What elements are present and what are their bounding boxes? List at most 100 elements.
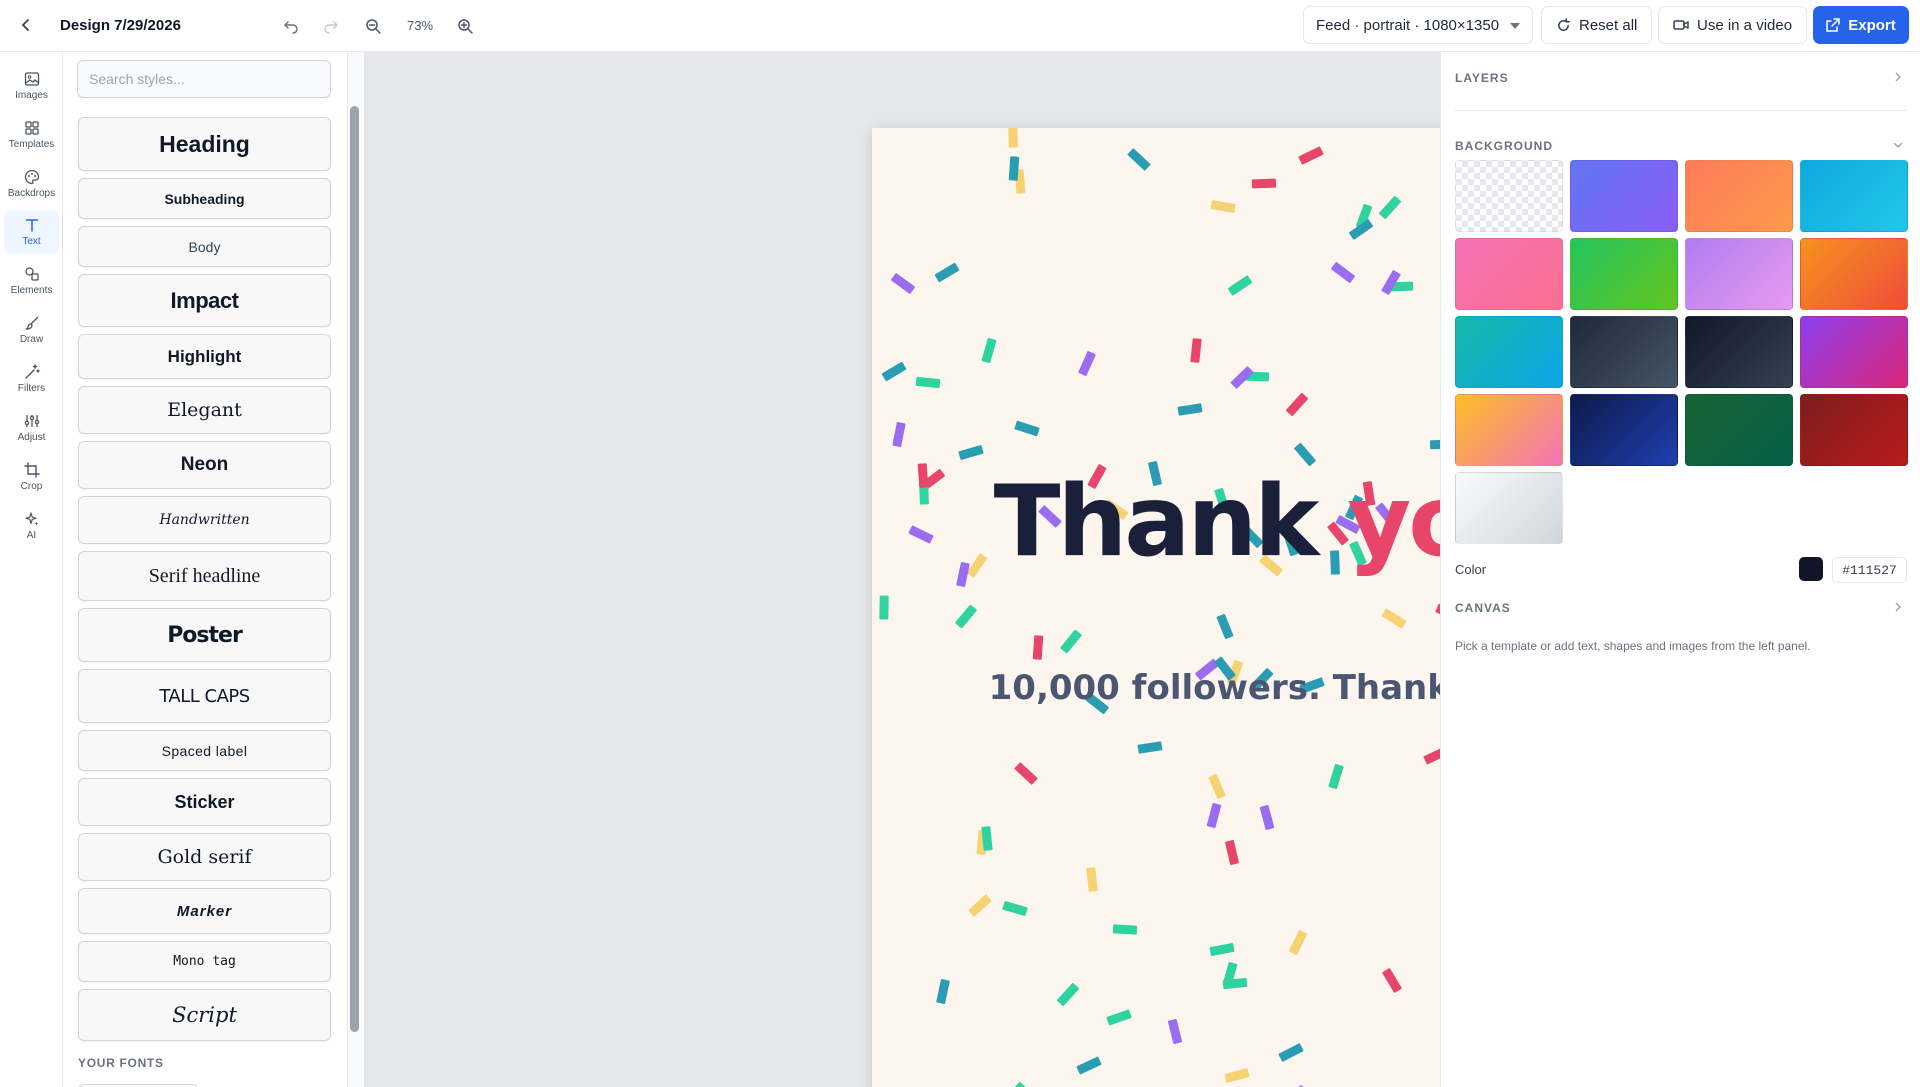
canvas-expand-button[interactable] <box>1890 599 1906 615</box>
swatch-green[interactable] <box>1570 238 1678 310</box>
headline-word-thank: Thank <box>993 465 1320 579</box>
format-select-value: Feed · portrait · 1080×1350 <box>1316 16 1500 34</box>
rail-item-elements[interactable]: Elements <box>4 259 59 303</box>
background-collapse-button[interactable] <box>1890 137 1906 153</box>
canvas-section-title[interactable]: CANVAS <box>1455 601 1511 615</box>
rail-item-templates[interactable]: Templates <box>4 113 59 157</box>
style-mono-tag[interactable]: Mono tag <box>78 941 331 982</box>
style-heading[interactable]: Heading <box>78 117 331 171</box>
search-styles-input[interactable] <box>77 60 331 98</box>
background-section-title[interactable]: BACKGROUND <box>1455 139 1553 153</box>
chevron-down-icon <box>1510 23 1520 29</box>
swatch-forest[interactable] <box>1685 394 1793 466</box>
swatch-pink[interactable] <box>1455 238 1563 310</box>
confetti-piece <box>981 826 993 851</box>
rail-item-ai[interactable]: AI <box>4 504 59 548</box>
confetti-piece <box>1014 762 1038 785</box>
confetti-piece <box>1328 763 1344 790</box>
swatch-teal[interactable] <box>1455 316 1563 388</box>
swatch-charcoal[interactable] <box>1685 316 1793 388</box>
wand-icon <box>24 364 40 379</box>
confetti-piece <box>1008 156 1020 181</box>
swatch-peach[interactable] <box>1455 394 1563 466</box>
confetti-piece <box>881 361 907 382</box>
confetti-piece <box>1167 1018 1183 1045</box>
confetti-piece <box>1209 942 1235 957</box>
image-icon <box>24 72 39 86</box>
rail-item-images[interactable]: Images <box>4 64 59 108</box>
undo-icon <box>283 21 298 34</box>
rail-item-text[interactable]: Text <box>4 210 59 254</box>
style-tall-caps[interactable]: TALL CAPS <box>78 669 331 723</box>
shapes-icon <box>24 267 39 281</box>
swatch-silver[interactable] <box>1455 472 1563 544</box>
layers-expand-button[interactable] <box>1890 69 1906 85</box>
confetti-piece <box>1208 773 1226 800</box>
style-spaced-label[interactable]: Spaced label <box>78 730 331 771</box>
swatch-crimson[interactable] <box>1800 394 1908 466</box>
rail-item-adjust[interactable]: Adjust <box>4 406 59 450</box>
confetti-piece <box>1106 1009 1132 1026</box>
design-title[interactable]: Design 7/29/2026 <box>60 17 181 34</box>
export-button[interactable]: Export <box>1813 6 1909 44</box>
color-hex-input[interactable]: #111527 <box>1832 557 1907 583</box>
style-script[interactable]: Script <box>78 989 331 1041</box>
style-highlight[interactable]: Highlight <box>78 334 331 379</box>
undo-button[interactable] <box>278 13 304 39</box>
style-body[interactable]: Body <box>78 226 331 267</box>
style-panel-scroll-thumb[interactable] <box>350 106 359 1032</box>
chevron-down-icon <box>1893 142 1903 148</box>
use-in-video-button[interactable]: Use in a video <box>1658 6 1808 44</box>
confetti-piece <box>1112 924 1138 935</box>
confetti-piece <box>1216 613 1234 640</box>
redo-button[interactable] <box>318 13 344 39</box>
confetti-piece <box>1210 199 1236 214</box>
swatch-slate[interactable] <box>1570 316 1678 388</box>
style-sticker[interactable]: Sticker <box>78 778 331 826</box>
swatch-coral[interactable] <box>1685 160 1793 232</box>
swatch-violet[interactable] <box>1800 316 1908 388</box>
rail-item-crop[interactable]: Crop <box>4 455 59 499</box>
rail-item-filters[interactable]: Filters <box>4 357 59 401</box>
zoom-out-button[interactable] <box>360 13 386 39</box>
confetti-piece <box>1076 1056 1102 1075</box>
swatch-lavender[interactable] <box>1685 238 1793 310</box>
format-select[interactable]: Feed · portrait · 1080×1350 <box>1303 6 1533 44</box>
reset-all-button[interactable]: Reset all <box>1541 6 1653 44</box>
zoom-in-button[interactable] <box>452 13 478 39</box>
zoom-level: 73% <box>406 18 434 33</box>
swatch-transparent[interactable] <box>1455 160 1563 232</box>
rail-label: AI <box>26 530 37 541</box>
style-marker[interactable]: Marker <box>78 888 331 934</box>
style-gold-serif[interactable]: Gold serif <box>78 833 331 881</box>
color-label: Color <box>1455 562 1487 577</box>
layers-section-title[interactable]: LAYERS <box>1455 71 1509 85</box>
rail-item-backdrops[interactable]: Backdrops <box>4 162 59 206</box>
back-button[interactable] <box>14 13 38 37</box>
confetti-piece <box>1330 261 1356 284</box>
canvas-workspace: Thank you 10,000 followers. Thank you. <box>365 52 1661 1087</box>
style-serif-headline[interactable]: Serif headline <box>78 551 331 601</box>
confetti-piece <box>1378 195 1402 220</box>
redo-icon <box>324 21 339 34</box>
color-chip[interactable] <box>1799 557 1823 581</box>
style-impact[interactable]: Impact <box>78 274 331 327</box>
swatch-navy[interactable] <box>1570 394 1678 466</box>
style-handwritten[interactable]: Handwritten <box>78 496 331 544</box>
confetti-piece <box>915 376 941 389</box>
rail-label: Adjust <box>17 432 46 443</box>
style-neon[interactable]: Neon <box>78 441 331 489</box>
rail-item-draw[interactable]: Draw <box>4 308 59 352</box>
confetti-piece <box>954 604 978 629</box>
confetti-piece <box>1177 403 1203 416</box>
sparkle-icon <box>24 512 38 526</box>
swatch-indigo[interactable] <box>1570 160 1678 232</box>
style-poster[interactable]: Poster <box>78 608 331 662</box>
swatch-sunset[interactable] <box>1800 238 1908 310</box>
style-subheading[interactable]: Subheading <box>78 178 331 219</box>
confetti-piece <box>936 978 950 1005</box>
style-elegant[interactable]: Elegant <box>78 386 331 434</box>
chevron-right-icon <box>1895 72 1901 82</box>
swatch-sky[interactable] <box>1800 160 1908 232</box>
confetti-piece <box>1381 608 1407 629</box>
